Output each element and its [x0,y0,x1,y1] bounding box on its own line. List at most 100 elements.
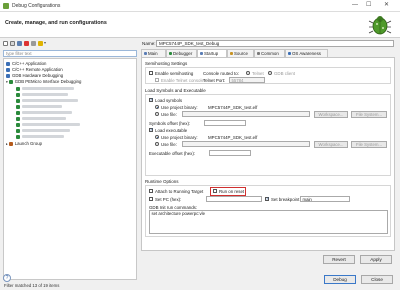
maximize-button[interactable]: ☐ [366,2,371,9]
dialog-header: Create, manage, and run configurations [0,12,400,38]
runtime-group: Attach to Running Target Run on reset Se… [145,185,391,237]
chevron-down-icon[interactable]: ▾ [6,80,8,84]
telnet-radio[interactable] [246,71,250,75]
c-remote-icon [6,67,10,72]
delete-icon[interactable] [24,41,29,46]
load-symbols-checkbox[interactable] [149,97,154,103]
exec-use-file-radio[interactable] [155,142,159,146]
filter-icon[interactable] [38,41,43,46]
symbols-offset-label: Symbols offset (hex): [149,120,191,126]
symbols-filesystem-button[interactable]: File System... [351,110,387,118]
symbols-use-file-label: Use file: [161,111,177,117]
tab-common[interactable]: Common [254,49,285,57]
symbols-use-file-radio[interactable] [155,112,159,116]
debug-bug-icon [368,16,392,35]
window-title: Debug Configurations [12,3,61,9]
run-on-reset-checkbox[interactable] [213,189,217,193]
config-item[interactable] [16,134,64,140]
config-tree[interactable]: C/C++ Application C/C++ Remote Applicati… [3,58,137,280]
symbols-binary-value: MPC5744P_SDK_test.elf [208,104,258,110]
tree-item-pemicro[interactable]: ▾ GDB PEMicro Interface Debugging [6,79,81,85]
redacted-item [22,110,72,114]
gdb-client-radio[interactable] [268,71,272,75]
gdb-hw-icon [6,73,10,78]
enable-semihosting-checkbox[interactable] [149,71,153,75]
config-icon [16,110,20,115]
os-awareness-tab-icon [287,51,291,56]
set-breakpoint-checkbox[interactable] [265,196,270,202]
tab-debugger[interactable]: Debugger [166,49,197,57]
exec-project-binary-label: Use project binary: [161,134,198,140]
config-icon [16,134,20,139]
config-toolbar: ▾ [3,40,138,48]
symbols-project-binary-radio[interactable] [155,105,159,109]
tab-os-awareness[interactable]: OS Awareness [285,49,328,57]
redacted-item [22,86,74,90]
run-on-reset-label: Run on reset [219,188,245,194]
load-group: Load symbols Use project binary: MPC5744… [145,94,391,176]
exec-filesystem-button[interactable]: File System... [351,140,387,148]
load-symbols-label: Load symbols [155,97,183,103]
exec-file-input[interactable] [182,141,310,147]
enable-semihosting-label: Enable semihosting [155,70,194,76]
common-tab-icon [256,51,260,56]
exec-workspace-button[interactable]: Workspace... [314,140,348,148]
tree-item[interactable]: ▸ Launch Group [6,141,42,147]
debugger-tab-icon [168,51,172,56]
symbols-workspace-button[interactable]: Workspace... [314,110,348,118]
startup-tab-content: Semihosting Settings Enable semihosting … [141,57,395,251]
source-tab-icon [229,51,233,56]
console-routed-label: Console routed to: [203,70,239,76]
tab-startup[interactable]: Startup [197,49,227,57]
set-pc-checkbox[interactable] [149,197,153,201]
dialog-heading: Create, manage, and run configurations [5,20,107,26]
main-tab-icon [143,51,147,56]
gdb-commands-label: GDB Init run commands: [149,204,198,210]
breakpoint-input[interactable]: main [300,196,350,202]
config-icon [16,86,20,91]
exec-project-binary-radio[interactable] [155,135,159,139]
export-icon[interactable] [17,41,22,46]
apply-button[interactable]: Apply [360,255,392,264]
new-config-icon[interactable] [3,41,8,46]
revert-button[interactable]: Revert [323,255,355,264]
set-pc-input[interactable] [206,196,262,202]
redacted-item [22,92,68,96]
debug-button[interactable]: Debug [324,275,356,284]
launch-group-icon [8,141,13,146]
symbols-offset-input[interactable] [204,120,246,126]
tab-source[interactable]: Source [227,49,254,57]
enable-telnet-checkbox[interactable] [155,78,159,82]
duplicate-icon[interactable] [10,41,15,46]
chevron-right-icon[interactable]: ▸ [6,142,8,146]
collapse-all-icon[interactable] [31,41,36,46]
c-app-icon [6,61,10,66]
redacted-item [22,98,78,102]
executable-offset-label: Executable offset (hex): [149,150,196,156]
symbols-file-input[interactable] [182,111,310,117]
config-icon [16,122,20,127]
minimize-button[interactable]: — [352,2,358,9]
help-icon[interactable]: ? [3,274,11,282]
tab-main[interactable]: Main [141,49,166,57]
gdb-commands-textarea[interactable]: set architecture powerpc:vle [149,210,388,234]
runtime-group-title: Runtime Options [145,179,179,184]
config-icon [16,98,20,103]
set-pc-label: Set PC (hex): [155,196,182,202]
startup-tab-icon [199,51,203,56]
telnet-port-input[interactable]: 55784 [229,77,265,83]
semihosting-group: Enable semihosting Console routed to: Te… [145,67,391,84]
config-icon [16,128,20,133]
exec-use-file-label: Use file: [161,141,177,147]
attach-running-target-checkbox[interactable] [149,189,153,193]
load-executable-checkbox[interactable] [149,127,154,133]
chevron-down-icon[interactable]: ▾ [44,41,47,46]
pemicro-icon [8,79,13,84]
close-button[interactable]: Close [361,275,393,284]
filter-input[interactable]: type filter text [3,50,137,57]
name-label: Name: [142,41,156,46]
executable-offset-input[interactable] [209,150,251,156]
name-input[interactable]: MPC5744P_SDK_test_Debug [156,40,394,47]
close-window-button[interactable]: ✕ [384,2,389,9]
tab-bar: Main Debugger Startup Source Common OS A… [141,49,395,57]
